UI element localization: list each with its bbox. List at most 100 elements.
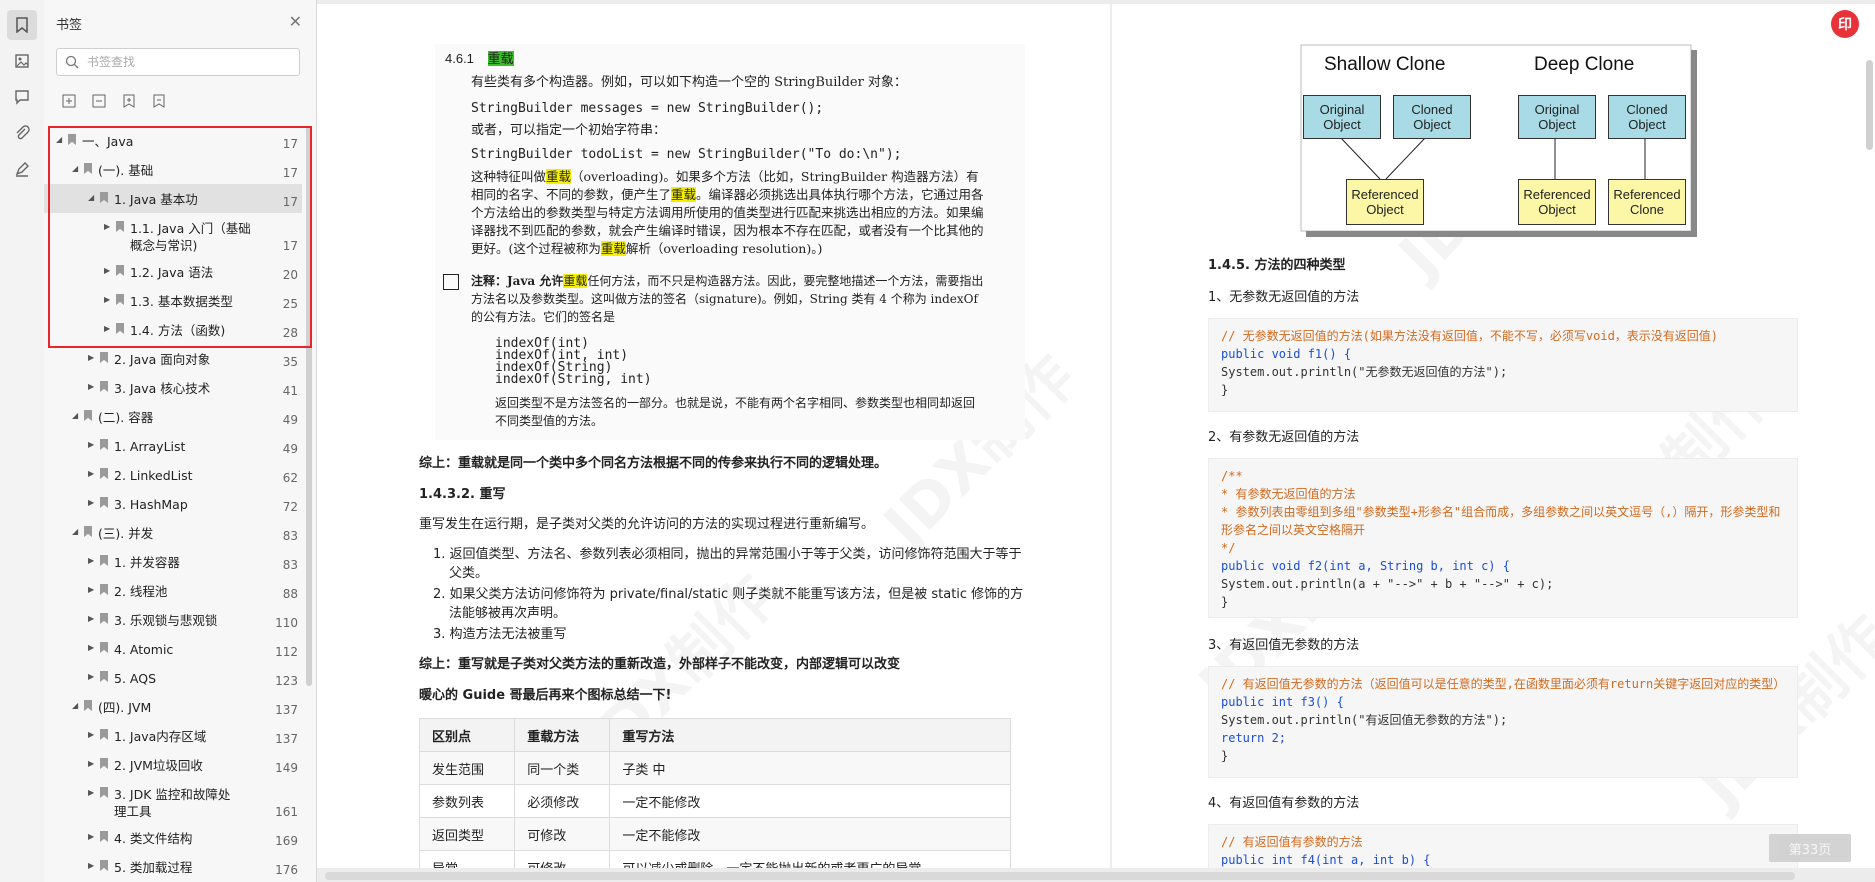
expand-arrow-icon[interactable]: ▶ [88, 614, 94, 623]
bookmark-item[interactable]: ▶ 3. Java 核心技术 41 [44, 373, 302, 402]
bookmark-item[interactable]: ▶ 2. Java 面向对象 35 [44, 344, 302, 373]
bookmark-item-icon [100, 860, 108, 871]
bookmark-item-icon [100, 642, 108, 653]
bookmark-item[interactable]: ▶ 3. 乐观锁与悲观锁 110 [44, 605, 302, 634]
collapse-all-icon[interactable] [90, 92, 108, 110]
summary-override: 综上：重写就是子类对父类方法的重新改造，外部样子不能改变，内部逻辑可以改变 [419, 657, 901, 672]
bookmark-item[interactable]: ▶ 4. 类文件结构 169 [44, 823, 302, 852]
collapse-arrow-icon[interactable]: ◢ [72, 527, 78, 536]
bookmark-item[interactable]: ▶ 4. Atomic 112 [44, 634, 302, 663]
table-row: 参数列表 必须修改 一定不能修改 [418, 784, 1011, 818]
expand-arrow-icon[interactable]: ▶ [88, 382, 94, 391]
expand-arrow-icon[interactable]: ▶ [88, 861, 94, 870]
bookmark-item[interactable]: ▶ 2. 线程池 88 [44, 576, 302, 605]
table-header: 区别点 [418, 718, 516, 752]
cloned-object-box: Cloned Object [1608, 95, 1686, 139]
expand-all-icon[interactable] [60, 92, 78, 110]
document-viewer[interactable]: JDX制作 JDX制作 JDX制作 4.6.1 重载 有些类有多个构造器。例如，… [317, 0, 1875, 882]
bookmark-item-icon [100, 758, 108, 769]
bookmark-item[interactable]: ▶ 1.2. Java 语法 20 [44, 257, 302, 286]
shallow-clone-title: Shallow Clone [1324, 54, 1446, 75]
bookmark-item[interactable]: ◢ (三). 并发 83 [44, 518, 302, 547]
page-left: JDX制作 JDX制作 JDX制作 4.6.1 重载 有些类有多个构造器。例如，… [317, 4, 1110, 868]
thumbnail-icon[interactable] [7, 46, 37, 76]
expand-arrow-icon[interactable]: ▶ [104, 295, 110, 304]
bookmark-item[interactable]: ▶ 5. 类加载过程 176 [44, 852, 302, 881]
bookmark-item[interactable]: ◢ 1. Java 基本功 17 [44, 184, 302, 213]
scan-heading-word: 重载 [487, 51, 514, 66]
bookmark-item[interactable]: ▶ 3. HashMap 72 [44, 489, 302, 518]
collapse-arrow-icon[interactable]: ◢ [88, 193, 94, 202]
bookmark-item[interactable]: ▶ 3. JDK 监控和故障处理工具 161 [44, 779, 302, 823]
bookmark-item-icon [84, 700, 92, 711]
bookmark-item-label: (四). JVM [98, 700, 152, 715]
expand-arrow-icon[interactable]: ▶ [88, 672, 94, 681]
expand-arrow-icon[interactable]: ▶ [88, 585, 94, 594]
expand-arrow-icon[interactable]: ▶ [88, 469, 94, 478]
bookmark-item-page: 112 [275, 645, 298, 659]
bookmark-item[interactable]: ◢ (一). 基础 17 [44, 155, 302, 184]
horizontal-scrollbar[interactable] [325, 872, 1795, 880]
panel-title: 书签 [56, 18, 83, 33]
bookmark-item-icon [84, 410, 92, 421]
expand-arrow-icon[interactable]: ▶ [88, 832, 94, 841]
add-bookmark-icon[interactable] [120, 92, 138, 110]
bookmark-item[interactable]: ▶ 1. ArrayList 49 [44, 431, 302, 460]
expand-arrow-icon[interactable]: ▶ [88, 440, 94, 449]
collapse-arrow-icon[interactable]: ◢ [72, 701, 78, 710]
collapse-arrow-icon[interactable]: ◢ [72, 411, 78, 420]
vertical-scrollbar[interactable] [1866, 60, 1873, 150]
bookmark-item[interactable]: ▶ 2. JVM垃圾回收 149 [44, 750, 302, 779]
bookmark-item[interactable]: ◢ 一、Java 17 [44, 126, 302, 155]
bookmark-item[interactable]: ▶ 1. 并发容器 83 [44, 547, 302, 576]
bookmark-item[interactable]: ▶ 1.3. 基本数据类型 25 [44, 286, 302, 315]
scan-signatures: indexOf(int) indexOf(int, int) indexOf(Str… [495, 336, 652, 387]
expand-arrow-icon[interactable]: ▶ [104, 222, 110, 231]
bookmark-item-page: 83 [282, 558, 298, 572]
bookmark-item-label: (三). 并发 [98, 526, 154, 541]
expand-arrow-icon[interactable]: ▶ [88, 498, 94, 507]
bookmark-item-icon [100, 555, 108, 566]
panel-scrollbar[interactable] [306, 126, 312, 686]
expand-arrow-icon[interactable]: ▶ [88, 730, 94, 739]
collapse-arrow-icon[interactable]: ◢ [72, 164, 78, 173]
expand-arrow-icon[interactable]: ▶ [88, 759, 94, 768]
scanned-excerpt: 4.6.1 重载 有些类有多个构造器。例如，可以如下构造一个空的 StringB… [435, 44, 1025, 440]
bookmark-item-page: 123 [275, 674, 298, 688]
bookmark-item[interactable]: ▶ 1.4. 方法（函数) 28 [44, 315, 302, 344]
bookmark-item[interactable]: ◢ (四). JVM 137 [44, 692, 302, 721]
comment-icon[interactable] [7, 82, 37, 112]
expand-arrow-icon[interactable]: ▶ [104, 324, 110, 333]
bookmark-item-icon [68, 134, 76, 145]
bookmark-panel: 书签 ✕ ◢一、Java17◢(一). 基础17◢1. Java 基本功17▶1… [44, 0, 317, 882]
expand-arrow-icon[interactable]: ▶ [88, 556, 94, 565]
bookmark-search[interactable] [56, 48, 300, 76]
bookmark-item[interactable]: ▶ 1. Java内存区域 137 [44, 721, 302, 750]
close-icon[interactable]: ✕ [289, 12, 302, 31]
bookmark-item-page: 25 [282, 297, 298, 311]
bookmark-icon[interactable] [7, 10, 37, 40]
expand-arrow-icon[interactable]: ▶ [104, 266, 110, 275]
bookmark-item-icon [100, 831, 108, 842]
collapse-arrow-icon[interactable]: ◢ [56, 135, 62, 144]
attachment-icon[interactable] [7, 118, 37, 148]
expand-arrow-icon[interactable]: ▶ [88, 353, 94, 362]
stamp-icon[interactable]: 印 [1831, 10, 1859, 38]
scan-code: StringBuilder messages = new StringBuild… [471, 101, 824, 116]
bookmark-item[interactable]: ◢ (二). 容器 49 [44, 402, 302, 431]
scan-paragraph: 有些类有多个构造器。例如，可以如下构造一个空的 StringBuilder 对象… [471, 75, 907, 90]
bookmark-item[interactable]: ▶ 1.1. Java 入门（基础概念与常识) 17 [44, 213, 302, 257]
table-header: 重写方法 [609, 718, 1011, 752]
bookmark-item-page: 28 [282, 326, 298, 340]
table-header: 重载方法 [514, 718, 611, 752]
bookmark-item[interactable]: ▶ 2. LinkedList 62 [44, 460, 302, 489]
bookmark-item-icon [84, 526, 92, 537]
search-input[interactable] [85, 54, 289, 70]
bookmark-item-page: 49 [282, 442, 298, 456]
bookmark-item[interactable]: ▶ 5. AQS 123 [44, 663, 302, 692]
expand-arrow-icon[interactable]: ▶ [88, 788, 94, 797]
expand-arrow-icon[interactable]: ▶ [88, 643, 94, 652]
code-block: // 有返回值无参数的方法（返回值可以是任意的类型,在函数里面必须有return… [1208, 666, 1798, 778]
delete-bookmark-icon[interactable] [150, 92, 168, 110]
signature-icon[interactable] [7, 154, 37, 184]
